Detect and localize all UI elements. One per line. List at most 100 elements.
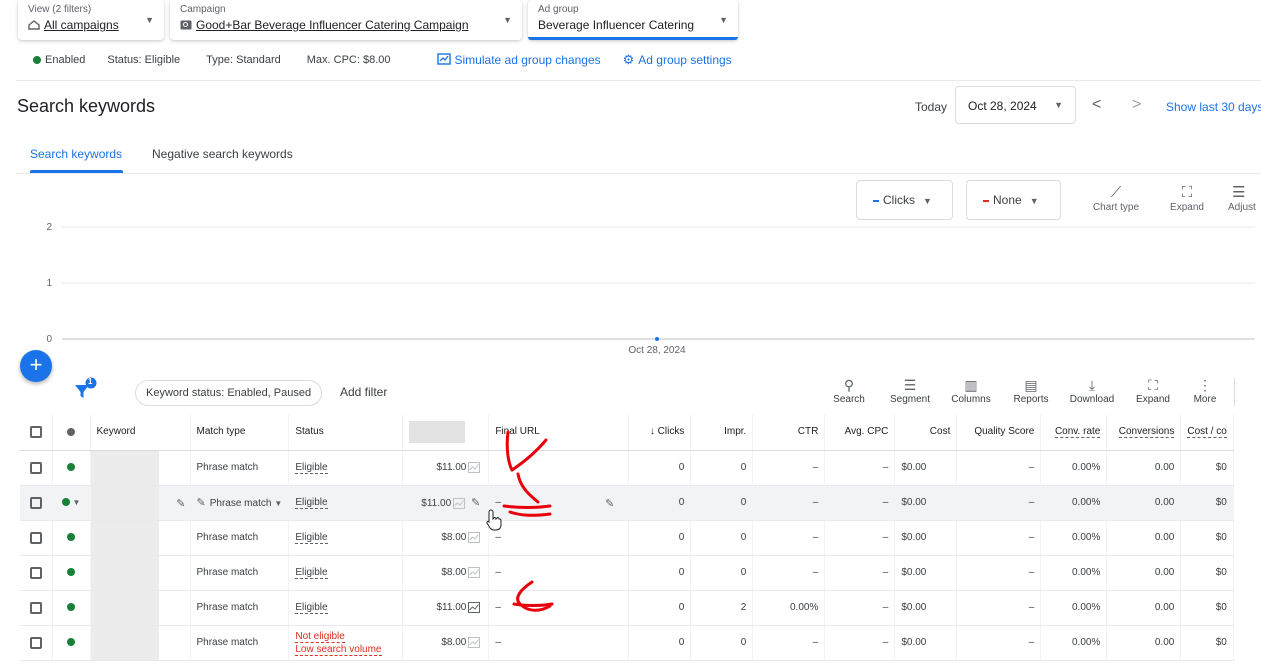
edit-pencil-icon[interactable]: ✎ <box>471 497 480 509</box>
status-text[interactable]: Eligible <box>295 497 328 509</box>
row-checkbox[interactable] <box>29 601 42 614</box>
enabled-status-dot[interactable] <box>67 568 75 577</box>
match-type-text[interactable]: Phrase match <box>210 498 272 509</box>
expand-icon: ⛶ <box>1148 377 1158 393</box>
edit-pencil-icon[interactable]: ✎ <box>605 497 614 510</box>
edit-pencil-icon[interactable]: ✎ <box>176 497 185 510</box>
match-type-text: Phrase match <box>196 567 259 578</box>
column-header-match-type[interactable]: Match type <box>190 414 290 451</box>
show-last-30-days-link[interactable]: Show last 30 days <box>1166 100 1261 114</box>
segment-tool-button[interactable]: ☰ Segment <box>886 376 934 405</box>
column-header-conversions[interactable]: Conversions <box>1106 414 1182 451</box>
status-text[interactable]: Eligible <box>295 602 328 614</box>
avg-cpc-value: – <box>824 590 896 626</box>
column-header-ctr[interactable]: CTR <box>752 414 826 451</box>
ad-group-selector-value: Beverage Influencer Catering <box>538 18 695 32</box>
column-header-conv-rate[interactable]: Conv. rate <box>1040 414 1108 451</box>
trend-chart-icon[interactable] <box>468 461 481 473</box>
add-keyword-fab-button[interactable]: + <box>20 350 52 382</box>
row-checkbox[interactable] <box>29 531 42 544</box>
previous-period-button[interactable]: < <box>1092 96 1101 114</box>
quality-score-value: – <box>956 485 1042 521</box>
avg-cpc-value: – <box>824 555 896 591</box>
table-row[interactable]: Phrase match Eligible $11.00–0 2 0.00% – $0.00… <box>20 590 1234 626</box>
simulate-link[interactable]: Simulate ad group changes <box>436 52 601 67</box>
conversions-value: 0.00 <box>1106 485 1182 521</box>
status-text[interactable]: Eligible <box>295 532 328 544</box>
table-row[interactable]: ▼ ✎ ✎ Phrase match ▼ Eligible $11.00 ✎ – ✎ 0 0– – $0.… <box>20 485 1234 521</box>
date-range-picker[interactable]: Oct 28, 2024 ▼ <box>955 86 1076 124</box>
enabled-status-dot[interactable] <box>67 463 75 472</box>
quality-score-value: – <box>956 555 1042 591</box>
ad-group-selector[interactable]: Ad group Beverage Influencer Catering ▼ <box>528 0 738 40</box>
view-selector[interactable]: View (2 filters) All campaigns ▼ <box>18 0 164 40</box>
column-header-cost[interactable]: Cost <box>894 414 958 451</box>
max-cpc-text: Max. CPC: $8.00 <box>306 54 391 66</box>
cost-value: $0.00 <box>894 555 958 591</box>
trend-chart-icon[interactable] <box>453 497 466 509</box>
status-text[interactable]: Eligible <box>295 462 328 474</box>
more-tool-button[interactable]: ⋮ More <box>1190 376 1220 405</box>
page-title: Search keywords <box>17 96 156 116</box>
redacted-keyword <box>90 520 159 554</box>
column-header-cost-per-conv[interactable]: Cost / co <box>1180 414 1234 451</box>
status-text[interactable]: Not eligible <box>295 630 345 643</box>
redacted-keyword <box>90 625 159 659</box>
column-header-clicks[interactable]: ↓ Clicks <box>628 414 692 451</box>
row-checkbox[interactable] <box>29 636 42 649</box>
trend-chart-icon[interactable] <box>468 636 481 648</box>
edit-pencil-icon[interactable]: ✎ <box>197 497 206 509</box>
column-header-keyword[interactable]: Keyword <box>90 414 191 451</box>
enabled-status-dot[interactable] <box>67 638 75 647</box>
redacted-keyword <box>90 555 159 589</box>
columns-tool-button[interactable]: ▥ Columns <box>948 376 994 405</box>
enabled-status-dot <box>33 56 41 64</box>
campaign-selector-value: Good+Bar Beverage Influencer Catering Ca… <box>196 18 469 32</box>
campaign-selector[interactable]: Campaign Good+Bar Beverage Influencer Ca… <box>170 0 522 40</box>
ad-group-selector-label: Ad group <box>538 4 579 15</box>
ad-group-settings-link[interactable]: ⚙ Ad group settings <box>623 52 732 68</box>
trend-chart-icon[interactable] <box>468 601 481 613</box>
column-header-status[interactable]: Status <box>288 414 404 451</box>
row-checkbox[interactable] <box>29 566 42 579</box>
tab-search-keywords[interactable]: Search keywords <box>30 147 122 161</box>
enabled-status-dot[interactable] <box>67 603 75 612</box>
next-period-button[interactable]: > <box>1132 96 1141 114</box>
impressions-value: 2 <box>690 590 754 626</box>
row-checkbox[interactable] <box>29 461 42 474</box>
column-header-avg-cpc[interactable]: Avg. CPC <box>824 414 896 451</box>
chevron-down-icon[interactable]: ▼ <box>274 499 282 508</box>
status-text[interactable]: Eligible <box>295 567 328 579</box>
trend-chart-icon[interactable] <box>468 566 481 578</box>
keyword-status-filter-chip[interactable]: Keyword status: Enabled, Paused <box>135 380 323 406</box>
column-header-quality-score[interactable]: Quality Score <box>956 414 1042 451</box>
column-header-impr[interactable]: Impr. <box>690 414 754 451</box>
table-row[interactable]: Phrase match Eligible $8.00–0 0– – $0.00–0.00… <box>20 555 1234 591</box>
expand-tool-button[interactable]: ⛶ Expand <box>1134 376 1172 405</box>
final-url-value: – <box>495 567 501 578</box>
select-all-checkbox[interactable] <box>29 425 42 438</box>
chevron-down-icon[interactable]: ▼ <box>73 498 81 507</box>
add-filter-button[interactable]: Add filter <box>340 385 387 399</box>
search-tool-button[interactable]: ⚲ Search <box>832 376 866 405</box>
table-row[interactable]: Phrase match Not eligible Low search volum… <box>20 625 1234 661</box>
today-label: Today <box>915 100 948 114</box>
home-icon <box>28 20 40 30</box>
quality-score-value: – <box>956 590 1042 626</box>
enabled-status-dot[interactable] <box>67 533 75 542</box>
download-tool-button[interactable]: ⤓ Download <box>1068 376 1116 405</box>
status-detail-text[interactable]: Low search volume <box>295 643 382 656</box>
table-row[interactable]: Phrase match Eligible $11.00 0 0– – $0.00–0.00… <box>20 450 1234 486</box>
reports-icon: ▤ <box>1024 377 1038 393</box>
view-selector-value: All campaigns <box>44 18 119 32</box>
column-header-final-url[interactable]: Final URL <box>488 414 630 451</box>
table-row[interactable]: Phrase match Eligible $8.00–0 0– – $0.00–0.00… <box>20 520 1234 556</box>
row-checkbox[interactable] <box>29 496 42 509</box>
tab-negative-search-keywords[interactable]: Negative search keywords <box>152 147 293 161</box>
enabled-status-dot[interactable] <box>61 498 70 507</box>
trend-chart-icon[interactable] <box>468 531 481 543</box>
reports-tool-button[interactable]: ▤ Reports <box>1010 376 1052 405</box>
keywords-table: Keyword Match type Status Final URL ↓ Cl… <box>20 414 1234 661</box>
data-point[interactable] <box>655 337 659 341</box>
filter-icon-button[interactable]: 1 <box>73 377 99 406</box>
